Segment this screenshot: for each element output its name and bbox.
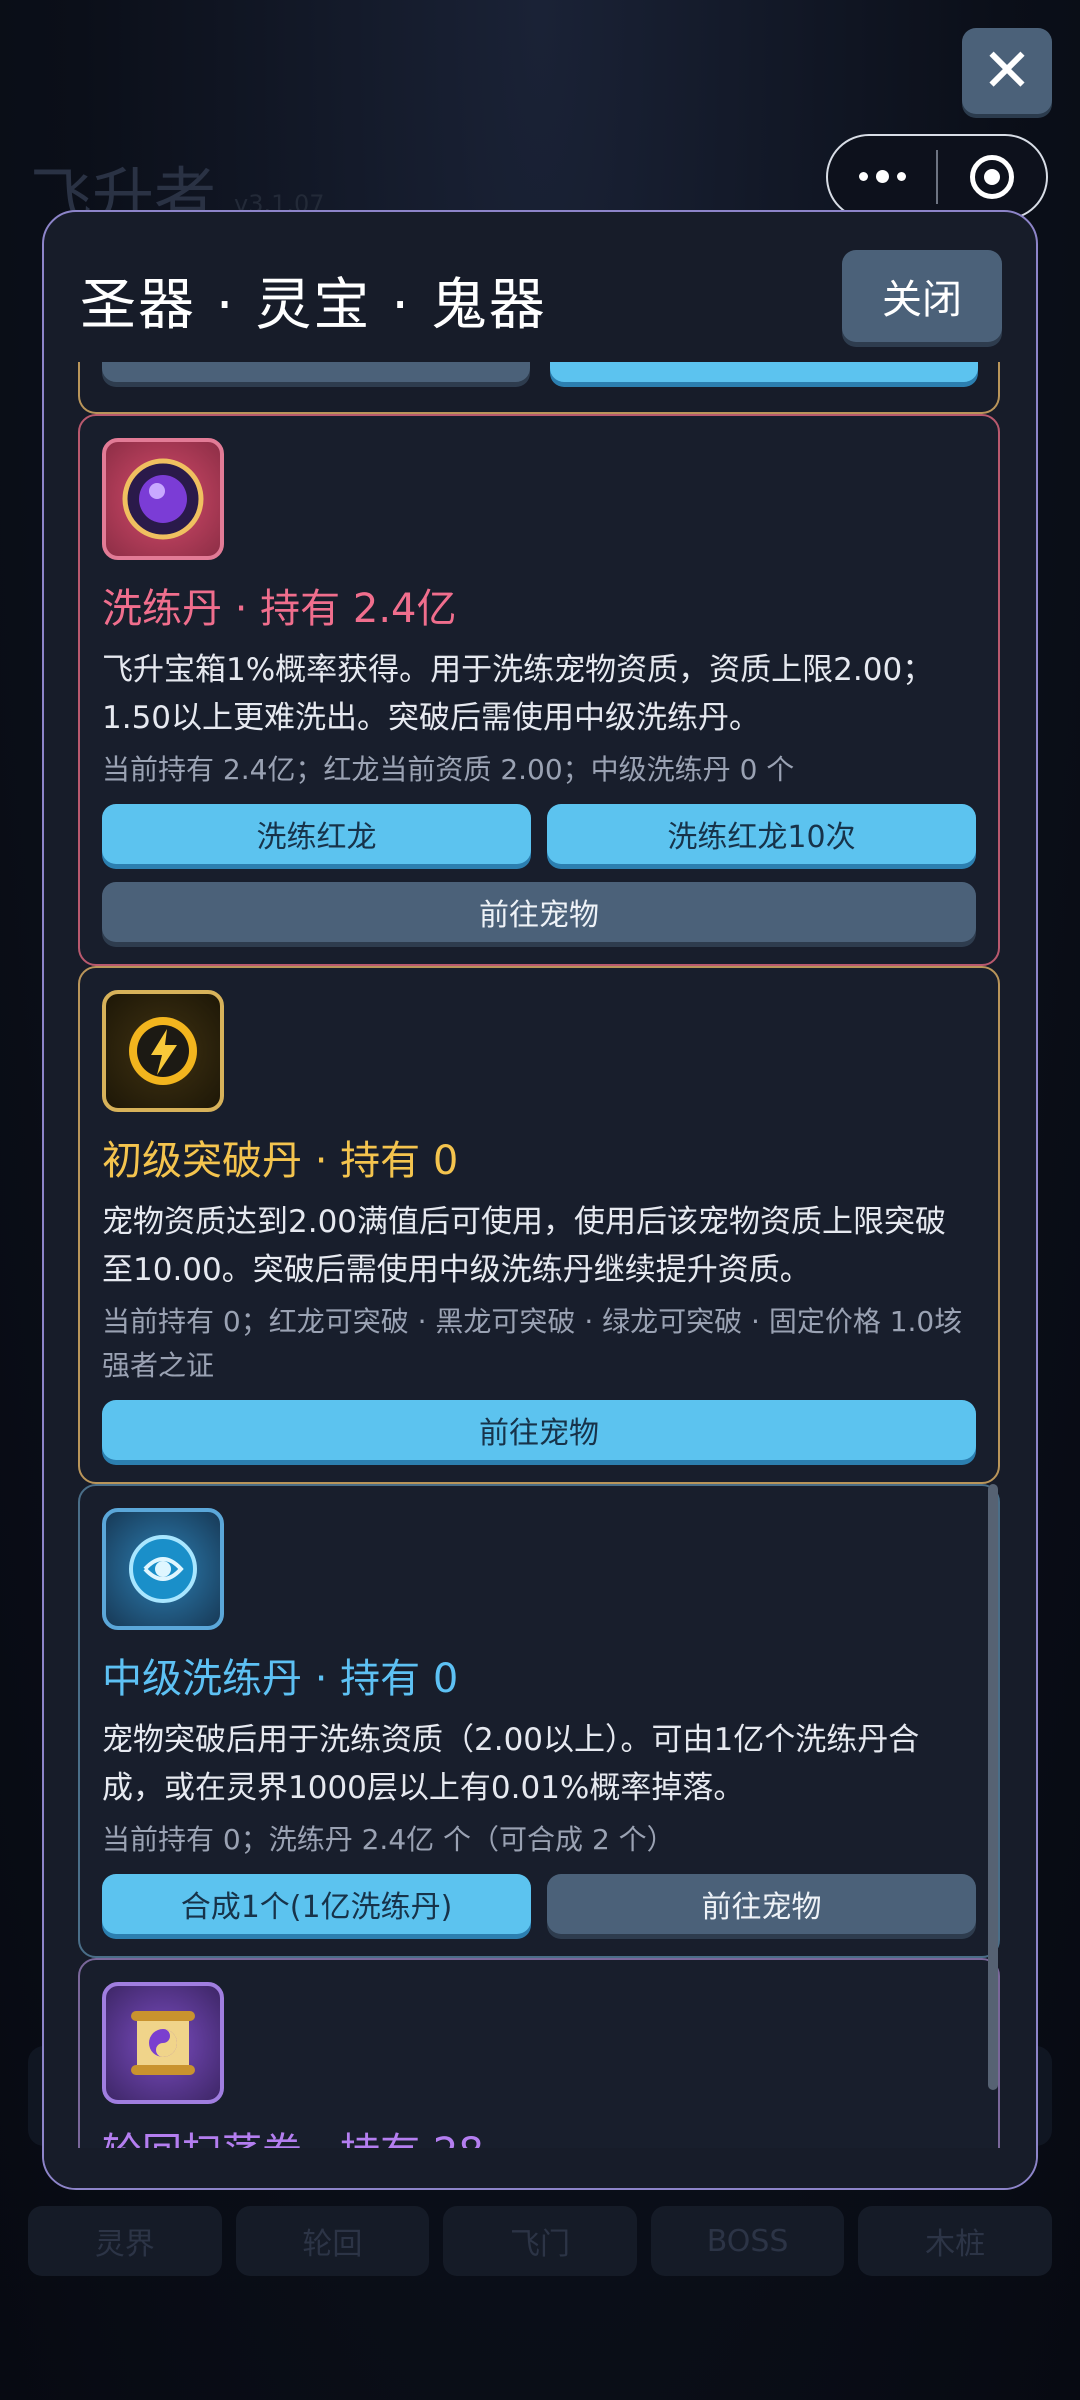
previous-item-button-primary[interactable] <box>550 362 978 382</box>
nav-muzhuang[interactable]: 木桩 <box>858 2206 1052 2276</box>
item-description: 飞升宝箱1%概率获得。用于洗练宠物资质，资质上限2.00；1.50以上更难洗出。… <box>102 652 934 736</box>
goto-pets-button[interactable]: 前往宠物 <box>102 1400 976 1460</box>
items-list[interactable]: 洗练丹 · 持有 2.4亿 飞升宝箱1%概率获得。用于洗练宠物资质，资质上限2.… <box>44 362 1036 2152</box>
item-title: 中级洗练丹 · 持有 0 <box>102 1650 976 1708</box>
title-separator: · <box>314 1656 341 1702</box>
item-held-count: 持有 0 <box>340 1656 459 1702</box>
item-card-chuji-tupo-dan: 初级突破丹 · 持有 0 宠物资质达到2.00满值后可使用，使用后该宠物资质上限… <box>78 966 1000 1484</box>
item-status: 当前持有 0；红龙可突破 · 黑龙可突破 · 绿龙可突破 · 固定价格 1.0垓… <box>102 1305 963 1382</box>
modal-title: 圣器 · 灵宝 · 鬼器 <box>80 273 547 338</box>
blue-swirl-orb-icon <box>102 1508 224 1630</box>
item-held-count: 持有 2.4亿 <box>260 586 457 632</box>
title-separator: · <box>234 586 261 632</box>
refine-red-dragon-button[interactable]: 洗练红龙 <box>102 804 531 864</box>
item-card-zhongji-xilian-dan: 中级洗练丹 · 持有 0 宠物突破后用于洗练资质（2.00以上）。可由1亿个洗练… <box>78 1484 1000 1958</box>
close-button[interactable]: 关闭 <box>842 250 1002 342</box>
synthesize-one-button[interactable]: 合成1个(1亿洗练丹) <box>102 1874 531 1934</box>
modal-bottom-edge <box>44 2148 1036 2188</box>
nav-lunhui[interactable]: 轮回 <box>235 2206 430 2276</box>
item-status: 当前持有 0；洗练丹 2.4亿 个（可合成 2 个） <box>102 1823 675 1856</box>
title-separator: · <box>314 1138 341 1184</box>
item-card-lunhui-saodang-juan: 轮回扫荡卷 · 持有 28 <box>78 1958 1000 2152</box>
purple-orb-gem-icon <box>102 438 224 560</box>
item-description: 宠物资质达到2.00满值后可使用，使用后该宠物资质上限突破至10.00。突破后需… <box>102 1204 947 1288</box>
more-icon[interactable] <box>828 169 936 183</box>
item-held-count: 持有 0 <box>340 1138 459 1184</box>
lightning-orb-icon <box>102 990 224 1112</box>
previous-item-button-secondary[interactable] <box>102 362 530 382</box>
exit-target-icon[interactable] <box>938 155 1046 199</box>
item-card-xilian-dan: 洗练丹 · 持有 2.4亿 飞升宝箱1%概率获得。用于洗练宠物资质，资质上限2.… <box>78 414 1000 966</box>
nav-boss[interactable]: BOSS <box>650 2206 845 2276</box>
item-name: 洗练丹 <box>102 586 222 632</box>
goto-pets-button[interactable]: 前往宠物 <box>102 882 976 942</box>
scrollbar[interactable] <box>988 1484 998 2090</box>
goto-pets-button[interactable]: 前往宠物 <box>547 1874 976 1934</box>
item-status: 当前持有 2.4亿；红龙当前资质 2.00；中级洗练丹 0 个 <box>102 753 795 786</box>
previous-item-tail <box>78 362 1000 414</box>
items-modal: 圣器 · 灵宝 · 鬼器 关闭 洗练丹 · 持有 2.4亿 飞升宝箱1%概率获得… <box>42 210 1038 2190</box>
item-name: 中级洗练丹 <box>102 1656 302 1702</box>
item-title: 洗练丹 · 持有 2.4亿 <box>102 580 976 638</box>
nav-lingjie[interactable]: 灵界 <box>28 2206 222 2276</box>
item-title: 初级突破丹 · 持有 0 <box>102 1132 976 1190</box>
refine-red-dragon-10x-button[interactable]: 洗练红龙10次 <box>547 804 976 864</box>
reincarnation-scroll-icon <box>102 1982 224 2104</box>
item-description: 宠物突破后用于洗练资质（2.00以上）。可由1亿个洗练丹合成，或在灵界1000层… <box>102 1722 920 1806</box>
nav-feimen[interactable]: 飞门 <box>443 2206 637 2276</box>
miniprogram-capsule <box>826 134 1048 220</box>
close-icon[interactable]: ✕ <box>962 28 1052 114</box>
item-name: 初级突破丹 <box>102 1138 302 1184</box>
modal-header: 圣器 · 灵宝 · 鬼器 关闭 <box>44 212 1036 362</box>
